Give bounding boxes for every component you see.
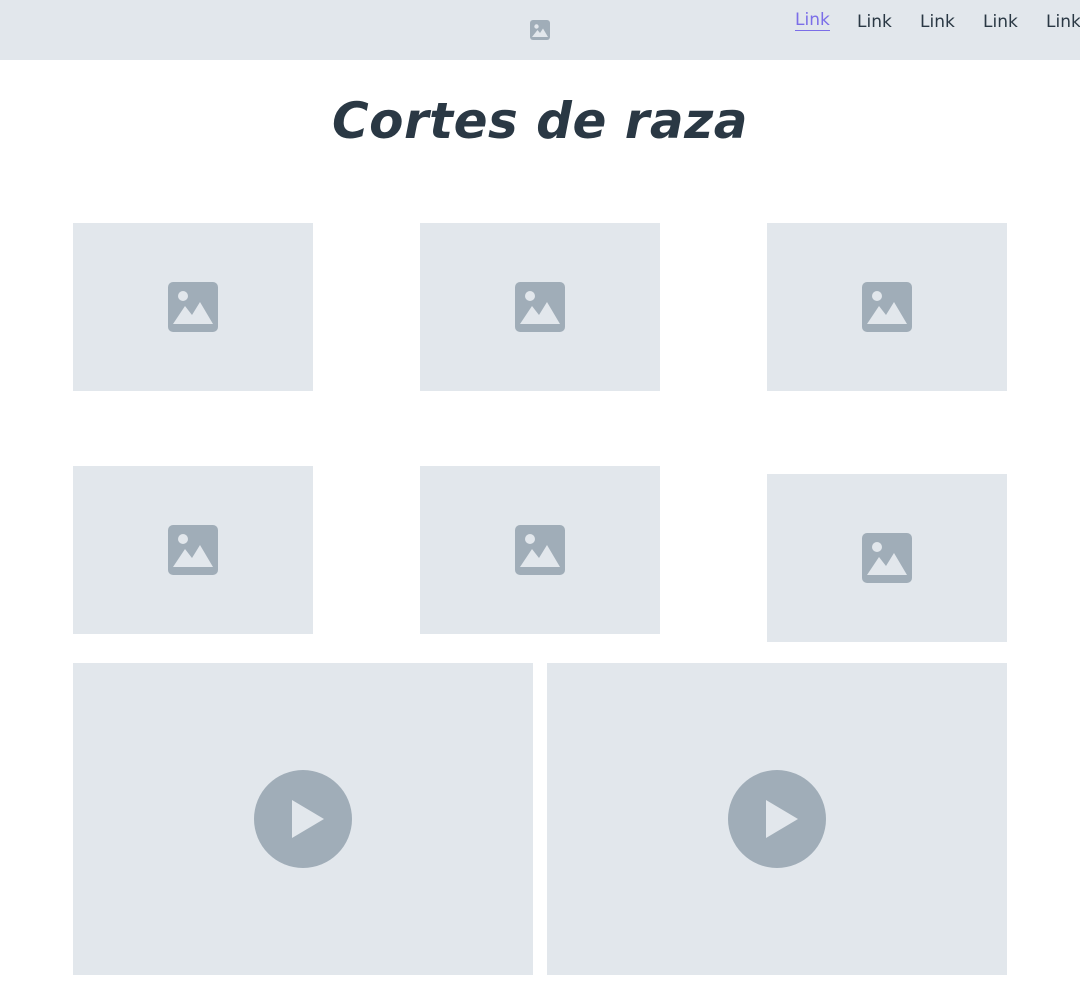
gallery-image-3[interactable] <box>767 223 1007 391</box>
video-player-2[interactable] <box>547 663 1007 975</box>
image-placeholder-icon <box>862 282 912 332</box>
image-placeholder-icon <box>168 525 218 575</box>
top-navbar: Link Link Link Link Link <box>0 0 1080 60</box>
image-placeholder-icon <box>515 525 565 575</box>
image-placeholder-icon <box>168 282 218 332</box>
image-placeholder-icon <box>862 533 912 583</box>
gallery-image-5[interactable] <box>420 466 660 634</box>
page-title: Cortes de raza <box>331 92 749 150</box>
play-icon[interactable] <box>728 770 826 868</box>
image-placeholder-icon <box>515 282 565 332</box>
play-icon[interactable] <box>254 770 352 868</box>
gallery-image-4[interactable] <box>73 466 313 634</box>
gallery-image-2[interactable] <box>420 223 660 391</box>
nav-link-3[interactable]: Link <box>920 10 955 34</box>
nav-link-4[interactable]: Link <box>983 10 1018 34</box>
nav-link-5[interactable]: Link <box>1046 10 1080 34</box>
gallery-image-6[interactable] <box>767 474 1007 642</box>
nav-link-1[interactable]: Link <box>795 10 830 31</box>
gallery-image-1[interactable] <box>73 223 313 391</box>
video-player-1[interactable] <box>73 663 533 975</box>
image-icon[interactable] <box>530 20 550 40</box>
nav-link-2[interactable]: Link <box>857 10 892 34</box>
